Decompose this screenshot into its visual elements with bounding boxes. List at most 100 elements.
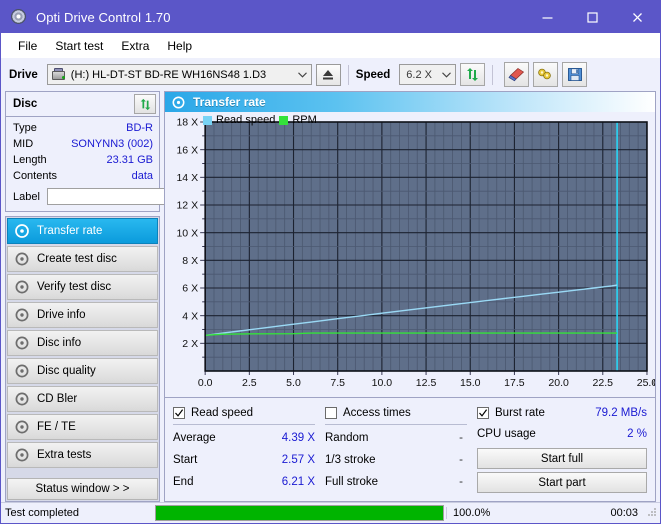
sidebar-item-fe-te[interactable]: FE / TE [7, 414, 158, 440]
svg-text:8 X: 8 X [182, 255, 198, 267]
stat-row-cpu-usage: CPU usage 2 % [477, 423, 647, 445]
refresh-icon [465, 67, 480, 82]
menu-item-file[interactable]: File [9, 36, 46, 56]
status-bar: Test completed 100.0% 00:03 [1, 502, 660, 523]
chart-legend: Read speed RPM [203, 114, 317, 126]
progress-bar-fill [156, 506, 443, 520]
read-speed-checkbox-label: Read speed [191, 407, 253, 419]
drive-label: Drive [9, 69, 38, 81]
minimize-icon[interactable] [525, 1, 570, 33]
menu-item-help[interactable]: Help [158, 36, 201, 56]
refresh-icon [139, 98, 152, 111]
sidebar-item-disc-quality[interactable]: Disc quality [7, 358, 158, 384]
stat-row-third-stroke: 1/3 stroke - [325, 449, 467, 471]
chart-title: Transfer rate [193, 95, 266, 109]
chart-plot-area[interactable]: Read speed RPM 2 X4 X6 X8 X10 X12 X14 X1… [165, 112, 655, 397]
status-message: Test completed [1, 507, 153, 519]
svg-text:12.5: 12.5 [416, 377, 437, 389]
disc-row-key: Type [13, 122, 37, 134]
legend-label-rpm: RPM [292, 114, 316, 126]
drive-select[interactable]: (H:) HL-DT-ST BD-RE WH16NS48 1.D3 [47, 64, 312, 85]
svg-text:2 X: 2 X [182, 338, 198, 350]
tools-icon [537, 67, 554, 82]
app-disc-icon [11, 9, 27, 25]
sidebar-item-verify-test-disc[interactable]: Verify test disc [7, 274, 158, 300]
status-window-button[interactable]: Status window > > [7, 478, 158, 500]
sidebar-item-label: Disc quality [37, 365, 96, 377]
stat-value: 2.57 X [282, 454, 315, 466]
erase-button[interactable] [504, 62, 529, 87]
sidebar-item-label: Drive info [37, 309, 86, 321]
svg-text:18 X: 18 X [176, 117, 198, 129]
maximize-icon[interactable] [570, 1, 615, 33]
disc-icon [14, 363, 30, 379]
sidebar-item-extra-tests[interactable]: Extra tests [7, 442, 158, 468]
disc-row-key: Length [13, 154, 47, 166]
disc-row-length: Length 23.31 GB [13, 152, 153, 168]
toolbar: Drive (H:) HL-DT-ST BD-RE WH16NS48 1.D3 … [1, 58, 660, 91]
svg-text:4 X: 4 X [182, 310, 198, 322]
stat-key: End [173, 476, 193, 488]
main-content: Disc Type BD-R MID SONY [1, 91, 660, 502]
svg-text:2.5: 2.5 [242, 377, 257, 389]
menu-item-start-test[interactable]: Start test [46, 36, 112, 56]
burst-rate-stats: Burst rate 79.2 MB/s CPU usage 2 % Start… [477, 404, 647, 493]
access-times-stats: Access times Random - 1/3 stroke - Full [325, 404, 477, 493]
disc-properties: Type BD-R MID SONYNN3 (002) Length 23.31… [6, 117, 159, 211]
stat-value: - [459, 476, 467, 488]
start-part-button[interactable]: Start part [477, 472, 647, 493]
chevron-down-icon [294, 72, 311, 78]
disc-icon [14, 391, 30, 407]
left-sidebar: Disc Type BD-R MID SONY [5, 91, 160, 502]
access-times-checkbox[interactable] [325, 407, 337, 419]
tools-button[interactable] [533, 62, 558, 87]
sidebar-item-cd-bler[interactable]: CD Bler [7, 386, 158, 412]
svg-text:20.0: 20.0 [548, 377, 569, 389]
svg-text:14 X: 14 X [176, 172, 198, 184]
toolbar-divider-2 [492, 65, 493, 85]
eject-button[interactable] [316, 64, 341, 86]
burst-rate-value: 79.2 MB/s [595, 407, 647, 419]
svg-text:0.0: 0.0 [198, 377, 213, 389]
disc-refresh-button[interactable] [134, 94, 156, 114]
sidebar-item-disc-info[interactable]: Disc info [7, 330, 158, 356]
svg-text:16 X: 16 X [176, 144, 198, 156]
svg-text:10.0: 10.0 [372, 377, 393, 389]
statistics-panel: Read speed Average 4.39 X Start 2.57 X [164, 398, 656, 502]
disc-panel-title: Disc [13, 98, 134, 110]
refresh-button[interactable] [460, 63, 485, 86]
read-speed-checkbox-row[interactable]: Read speed [173, 404, 315, 421]
speed-select[interactable]: 6.2 X [399, 64, 456, 85]
menu-item-extra[interactable]: Extra [112, 36, 158, 56]
access-times-checkbox-row[interactable]: Access times [325, 404, 467, 421]
stat-row-full-stroke: Full stroke - [325, 471, 467, 493]
sidebar-item-label: Create test disc [37, 253, 117, 265]
sidebar-item-create-test-disc[interactable]: Create test disc [7, 246, 158, 272]
disc-icon [14, 223, 30, 239]
resize-grip-icon[interactable] [646, 506, 660, 520]
disc-icon [14, 307, 30, 323]
save-icon [567, 67, 583, 82]
start-full-button[interactable]: Start full [477, 448, 647, 469]
save-button[interactable] [562, 62, 587, 87]
transfer-rate-chart: 2 X4 X6 X8 X10 X12 X14 X16 X18 X0.02.55.… [165, 112, 655, 397]
svg-text:6 X: 6 X [182, 283, 198, 295]
burst-rate-checkbox-row[interactable]: Burst rate 79.2 MB/s [477, 404, 647, 421]
svg-text:5.0: 5.0 [286, 377, 301, 389]
stat-value: 6.21 X [282, 476, 315, 488]
read-speed-stats: Read speed Average 4.39 X Start 2.57 X [173, 404, 325, 493]
sidebar-item-label: Disc info [37, 337, 81, 349]
divider [325, 424, 467, 425]
disc-panel-header: Disc [6, 92, 159, 117]
burst-rate-checkbox[interactable] [477, 407, 489, 419]
sidebar-nav: Transfer rate Create test disc Verify te… [5, 216, 160, 502]
sidebar-item-drive-info[interactable]: Drive info [7, 302, 158, 328]
disc-row-mid: MID SONYNN3 (002) [13, 136, 153, 152]
close-icon[interactable] [615, 1, 660, 33]
stat-value: - [459, 454, 467, 466]
svg-text:10 X: 10 X [176, 227, 198, 239]
sidebar-item-transfer-rate[interactable]: Transfer rate [7, 218, 158, 244]
stat-key: Full stroke [325, 476, 378, 488]
title-bar: Opti Drive Control 1.70 [1, 1, 660, 33]
read-speed-checkbox[interactable] [173, 407, 185, 419]
